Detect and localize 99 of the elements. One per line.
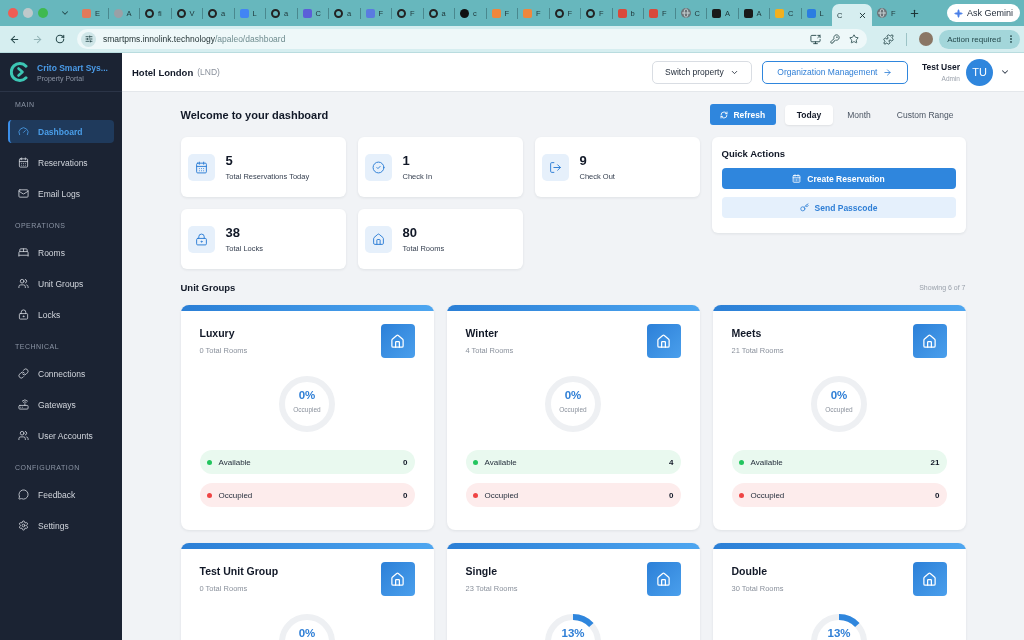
bookmark-star-button[interactable]	[849, 34, 860, 44]
people-icon	[18, 430, 29, 441]
status-count: 0	[403, 457, 408, 467]
sidebar-item[interactable]: Email Logs	[8, 182, 114, 205]
sidebar-item[interactable]: Connections	[8, 362, 114, 385]
sidebar-item[interactable]: Unit Groups	[8, 272, 114, 295]
sidebar-item[interactable]: Reservations	[8, 151, 114, 174]
settings-icon	[18, 520, 29, 531]
sparkle-icon	[954, 8, 963, 18]
profile-avatar-icon[interactable]	[919, 32, 934, 46]
key-button[interactable]	[830, 34, 841, 44]
stat-value: 1	[402, 153, 411, 168]
user-avatar[interactable]: TU	[966, 58, 993, 86]
hotel-code: (LND)	[197, 67, 220, 77]
refresh-icon	[720, 110, 729, 119]
site-info-button[interactable]	[81, 31, 96, 47]
sidebar-item[interactable]: Locks	[8, 303, 114, 326]
occupancy-percent: 0%	[298, 390, 316, 401]
sidebar-item[interactable]: Rooms	[8, 241, 114, 264]
sidebar-item[interactable]: User Accounts	[8, 424, 114, 447]
status-label: Available	[484, 457, 518, 467]
status-label: Available	[750, 457, 784, 467]
link-icon	[18, 368, 29, 379]
key-icon	[799, 203, 809, 212]
new-tab-button[interactable]	[908, 7, 920, 19]
chat-bubble-icon	[18, 489, 29, 500]
unit-groups-title: Unit Groups	[180, 281, 236, 293]
house-icon	[646, 324, 681, 358]
status-label: Available	[218, 457, 252, 467]
lock-icon	[187, 225, 215, 253]
occupancy-percent: 0%	[298, 628, 316, 639]
quick-actions-title: Quick Actions	[721, 148, 787, 159]
logo-icon	[10, 61, 30, 83]
send-passcode-button[interactable]: Send Passcode	[721, 197, 956, 218]
unit-group-name: Test Unit Group	[199, 565, 279, 577]
status-label: Occupied	[750, 490, 786, 500]
stat-value: 9	[579, 153, 588, 168]
brand-name: Crito Smart Sys...	[37, 62, 108, 73]
action-required-button[interactable]: Action required	[939, 29, 1020, 49]
stat-value: 38	[225, 225, 241, 240]
user-menu-button[interactable]	[1000, 67, 1010, 77]
sidebar-item[interactable]: Dashboard	[8, 120, 114, 143]
sidebar-item[interactable]: Feedback	[8, 483, 114, 506]
status-label: Occupied	[484, 490, 520, 500]
hotel-name: Hotel London	[132, 66, 194, 78]
status-count: 0	[403, 490, 408, 500]
house-icon	[364, 225, 392, 253]
calendar-icon	[18, 157, 29, 168]
occupancy-percent: 13%	[561, 628, 585, 639]
tab-list-button[interactable]	[60, 8, 70, 18]
occupancy-percent: 13%	[827, 628, 851, 639]
refresh-button[interactable]: Refresh	[709, 104, 776, 125]
create-reservation-button[interactable]: Create Reservation	[721, 168, 956, 189]
extensions-button[interactable]	[883, 33, 895, 45]
lock-icon	[18, 309, 29, 320]
gauge-icon	[18, 126, 29, 137]
house-icon	[646, 562, 681, 596]
ask-gemini-button[interactable]: Ask Gemini	[947, 4, 1020, 22]
house-icon	[380, 324, 415, 358]
status-label: Occupied	[218, 490, 254, 500]
mail-icon	[18, 188, 29, 199]
house-icon	[912, 324, 947, 358]
status-count: 4	[669, 457, 674, 467]
status-count: 0	[669, 490, 674, 500]
people-icon	[18, 278, 29, 289]
arrow-right-icon	[883, 67, 893, 77]
stat-value: 5	[225, 153, 234, 168]
address-bar[interactable]: smartpms.innolink.technology/apaleo/dashboard	[77, 29, 868, 49]
range-tab[interactable]: Custom Range	[884, 104, 966, 125]
calendar-icon	[187, 153, 215, 181]
sidebar-item[interactable]: Settings	[8, 514, 114, 537]
back-button[interactable]	[9, 33, 20, 45]
dashboard-title: Welcome to your dashboard	[180, 108, 329, 121]
router-icon	[18, 399, 29, 410]
house-icon	[380, 562, 415, 596]
unit-group-name: Luxury	[199, 327, 236, 339]
bed-icon	[18, 247, 29, 258]
close-tab-icon[interactable]	[858, 10, 867, 20]
occupancy-percent: 0%	[564, 390, 582, 401]
organization-management-button[interactable]: Organization Management	[761, 60, 908, 84]
unit-group-name: Single	[465, 565, 498, 577]
unit-group-name: Double	[731, 565, 769, 577]
house-icon	[912, 562, 947, 596]
status-count: 0	[935, 490, 940, 500]
range-tab[interactable]: Today	[784, 104, 834, 125]
sidebar-item[interactable]: Gateways	[8, 393, 114, 416]
url-text: smartpms.innolink.technology/apaleo/dashboard	[103, 34, 286, 44]
range-tab[interactable]: Month	[835, 104, 883, 125]
reload-button[interactable]	[55, 34, 65, 44]
switch-property-button[interactable]: Switch property	[651, 60, 752, 84]
calendar-icon	[792, 174, 802, 183]
unit-group-name: Meets	[731, 327, 763, 339]
status-count: 21	[930, 457, 940, 467]
unit-group-name: Winter	[465, 327, 500, 339]
screen-share-button[interactable]	[810, 33, 822, 45]
occupancy-percent: 0%	[830, 390, 848, 401]
user-name: Test User	[921, 62, 960, 72]
stat-value: 80	[402, 225, 418, 240]
sliders-icon	[84, 35, 93, 43]
